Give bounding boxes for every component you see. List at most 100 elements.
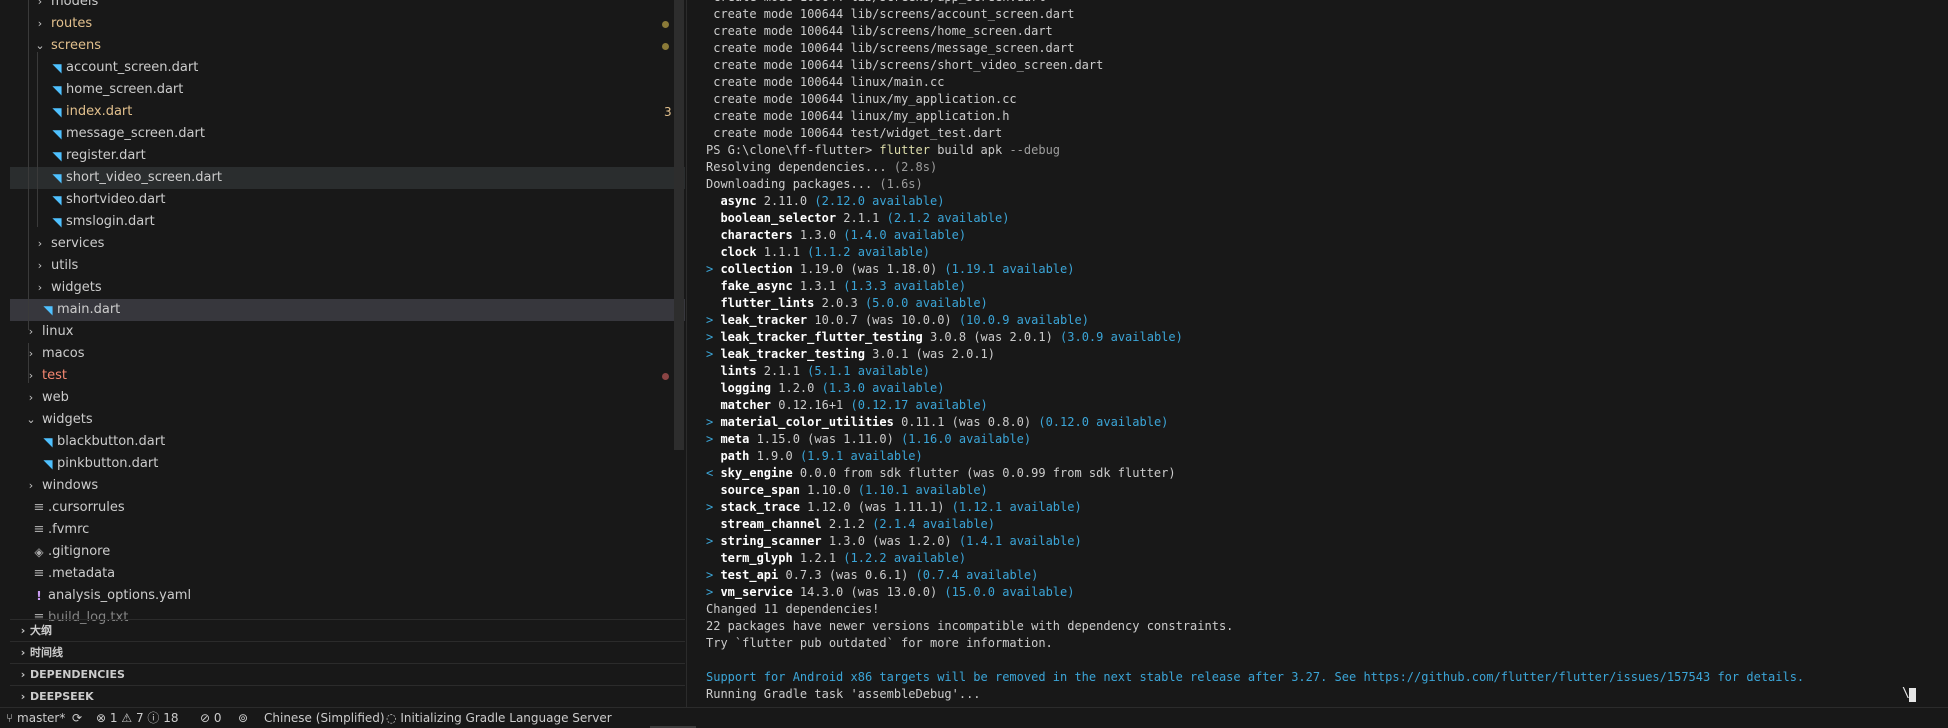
file-item[interactable]: ◥ home_screen.dart [10, 79, 685, 101]
source-control-item[interactable]: ⑂ master* [6, 708, 65, 728]
terminal-text: 2.1.2 [821, 517, 873, 531]
file-item[interactable]: ◥ blackbutton.dart [10, 431, 685, 453]
terminal-text: 2.1.1 [836, 211, 887, 225]
tree-item-label: account_screen.dart [66, 60, 199, 75]
file-item[interactable]: ◥ short_video_screen.dart [10, 167, 685, 189]
problem-count-badge: 3 [664, 105, 672, 119]
sidebar-section-header[interactable]: › DEEPSEEK [10, 685, 685, 707]
terminal-text: (0.12.17 available) [850, 398, 988, 412]
terminal-text: create mode 100644 linux/main.cc [706, 75, 945, 89]
language-item[interactable]: Chinese (Simplified) [264, 708, 385, 728]
file-item[interactable]: ◥ pinkbutton.dart [10, 453, 685, 475]
terminal-text: (5.0.0 available) [864, 296, 988, 310]
terminal-text: 0.11.1 (was 0.8.0) [893, 415, 1039, 429]
explorer-scrollbar[interactable] [674, 0, 684, 450]
file-item[interactable]: ◥ message_screen.dart [10, 123, 685, 145]
terminal-text: 1.3.1 [792, 279, 844, 293]
git-status-dot [662, 43, 669, 50]
folder-item[interactable]: › services [10, 233, 685, 255]
tree-item-label: pinkbutton.dart [57, 456, 159, 471]
terminal-text: 0.7.3 (was 0.6.1) [778, 568, 916, 582]
terminal-text: Try `flutter pub outdated` for more info… [706, 636, 1053, 650]
panel-divider[interactable] [686, 0, 687, 707]
dart-file-icon: ◥ [52, 61, 62, 75]
task-status-item[interactable]: ◌ Initializing Gradle Language Server [386, 708, 612, 728]
terminal-text: leak_tracker [720, 313, 808, 327]
file-item[interactable]: ◥ smslogin.dart [10, 211, 685, 233]
folder-item[interactable]: › routes [10, 13, 685, 35]
terminal-line: term_glyph 1.2.1 (1.2.2 available) [706, 550, 966, 567]
terminal-line: async 2.11.0 (2.12.0 available) [706, 193, 944, 210]
file-item[interactable]: ◥ register.dart [10, 145, 685, 167]
live-share-icon[interactable]: ⊚ [238, 708, 248, 728]
section-label: 大纲 [30, 624, 52, 637]
terminal-text: --debug [1009, 143, 1061, 157]
folder-item[interactable]: › linux [10, 321, 685, 343]
terminal-text: create mode 100644 linux/my_application.… [706, 109, 1010, 123]
file-item[interactable]: ◥ account_screen.dart [10, 57, 685, 79]
terminal-line: > collection 1.19.0 (was 1.18.0) (1.19.1… [706, 261, 1074, 278]
terminal-text: (1.4.1 available) [958, 534, 1082, 548]
problems-item[interactable]: ⊗ 1 ⚠ 7 ⓘ 18 [96, 708, 179, 728]
sidebar-section-header[interactable]: › DEPENDENCIES [10, 663, 685, 686]
tree-item-label: short_video_screen.dart [66, 170, 222, 185]
folder-item[interactable]: › web [10, 387, 685, 409]
terminal-text: (1.6s) [879, 177, 923, 191]
file-item[interactable]: ◥ index.dart 3 [10, 101, 685, 123]
chevron-right-icon: › [37, 17, 43, 30]
tree-item-label: register.dart [66, 148, 146, 163]
chevron-right-icon: › [37, 259, 43, 272]
file-item[interactable]: ! analysis_options.yaml [10, 585, 685, 607]
terminal-text: (1.1.2 available) [807, 245, 930, 259]
indent-guide [28, 0, 29, 330]
git-file-icon: ◈ [34, 545, 44, 559]
tree-item-label: web [42, 390, 69, 405]
terminal-line: flutter_lints 2.0.3 (5.0.0 available) [706, 295, 988, 312]
terminal-text: (10.0.9 available) [958, 313, 1089, 327]
terminal-text: 1.3.0 [792, 228, 844, 242]
dart-file-icon: ◥ [52, 193, 62, 207]
folder-item[interactable]: ⌄ widgets [10, 409, 685, 431]
folder-item[interactable]: › models [10, 0, 685, 13]
terminal-text: Downloading packages... [706, 177, 880, 191]
sidebar-section-header[interactable]: › 大纲 [10, 619, 685, 642]
folder-item[interactable]: › widgets [10, 277, 685, 299]
terminal-line: source_span 1.10.0 (1.10.1 available) [706, 482, 987, 499]
info-count: 18 [163, 711, 179, 725]
folder-item[interactable]: ⌄ screens [10, 35, 685, 57]
file-item[interactable]: ≡ .cursorrules [10, 497, 685, 519]
folder-item[interactable]: › utils [10, 255, 685, 277]
terminal-text: Changed 11 dependencies! [706, 602, 880, 616]
file-item[interactable]: ◈ .gitignore [10, 541, 685, 563]
file-item[interactable]: ≡ .metadata [10, 563, 685, 585]
dart-file-icon: ◥ [52, 127, 62, 141]
tree-item-label: screens [51, 38, 101, 53]
terminal-line: Try `flutter pub outdated` for more info… [706, 635, 1053, 652]
tree-item-label: analysis_options.yaml [48, 588, 192, 603]
sidebar-section-header[interactable]: › 时间线 [10, 641, 685, 664]
tree-item-label: shortvideo.dart [66, 192, 166, 207]
terminal-text: matcher [720, 398, 772, 412]
terminal-line: boolean_selector 2.1.1 (2.1.2 available) [706, 210, 1009, 227]
terminal-line: create mode 100644 test/widget_test.dart [706, 125, 1002, 142]
terminal-text: < [706, 466, 721, 480]
terminal-line: > material_color_utilities 0.11.1 (was 0… [706, 414, 1168, 431]
terminal-text: test_api [720, 568, 779, 582]
folder-item[interactable]: › macos [10, 343, 685, 365]
terminal-text: 1.2.0 [771, 381, 822, 395]
file-item[interactable]: ≡ .fvmrc [10, 519, 685, 541]
terminal-line: < sky_engine 0.0.0 from sdk flutter (was… [706, 465, 1176, 482]
sync-icon[interactable]: ⟳ [72, 708, 82, 728]
file-item[interactable]: ◥ shortvideo.dart [10, 189, 685, 211]
terminal-text: boolean_selector [720, 211, 837, 225]
terminal-panel[interactable]: create mode 100644 lib/screens/app_scree… [694, 0, 1948, 707]
ports-item[interactable]: ⊘ 0 [200, 708, 222, 728]
file-item[interactable]: ◥ main.dart [10, 299, 685, 321]
folder-item[interactable]: › test [10, 365, 685, 387]
folder-item[interactable]: › windows [10, 475, 685, 497]
tree-item-label: .gitignore [48, 544, 111, 559]
